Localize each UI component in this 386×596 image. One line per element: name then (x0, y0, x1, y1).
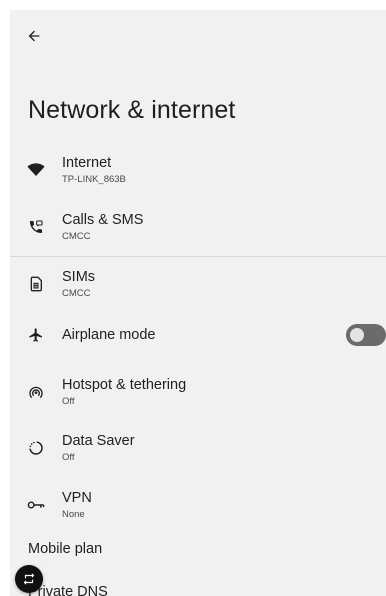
back-button[interactable] (22, 24, 46, 48)
rotate-button[interactable] (15, 565, 43, 593)
vpn-title: VPN (62, 490, 92, 506)
data-saver-subtitle: Off (62, 452, 75, 463)
wifi-icon (26, 160, 46, 180)
airplane-icon (26, 325, 46, 345)
sims-title: SIMs (62, 269, 96, 285)
data-saver-title: Data Saver (62, 433, 135, 449)
internet-subtitle: TP-LINK_863B (62, 174, 126, 185)
hotspot-tethering-item[interactable]: Hotspot & tethering Off (10, 368, 386, 416)
vpn-key-icon (26, 495, 46, 515)
internet-title: Internet (62, 155, 112, 171)
calls-sms-subtitle: CMCC (62, 231, 91, 242)
hotspot-subtitle: Off (62, 396, 75, 407)
data-saver-icon (26, 438, 46, 458)
arrow-back-icon (28, 30, 40, 42)
rotate-icon (23, 573, 35, 585)
internet-item[interactable]: Internet TP-LINK_863B (10, 146, 386, 194)
airplane-mode-item[interactable]: Airplane mode (10, 311, 386, 359)
calls-sms-title: Calls & SMS (62, 212, 144, 228)
data-saver-item[interactable]: Data Saver Off (10, 424, 386, 472)
hotspot-icon (26, 382, 46, 402)
hotspot-title: Hotspot & tethering (62, 377, 187, 393)
mobile-plan-item[interactable]: Mobile plan (28, 541, 102, 557)
vpn-subtitle: None (62, 509, 85, 520)
airplane-mode-toggle[interactable] (346, 324, 386, 346)
sims-subtitle: CMCC (62, 288, 91, 299)
vpn-item[interactable]: VPN None (10, 481, 386, 529)
calls-sms-item[interactable]: Calls & SMS CMCC (10, 203, 386, 251)
airplane-mode-title: Airplane mode (62, 327, 156, 343)
settings-screen: Network & internet Internet TP-LINK_863B… (10, 10, 386, 596)
sim-card-icon (26, 274, 46, 294)
section-divider (10, 256, 386, 257)
sims-item[interactable]: SIMs CMCC (10, 260, 386, 308)
phone-sms-icon (26, 217, 46, 237)
page-title: Network & internet (28, 96, 236, 124)
toggle-knob (350, 328, 364, 342)
